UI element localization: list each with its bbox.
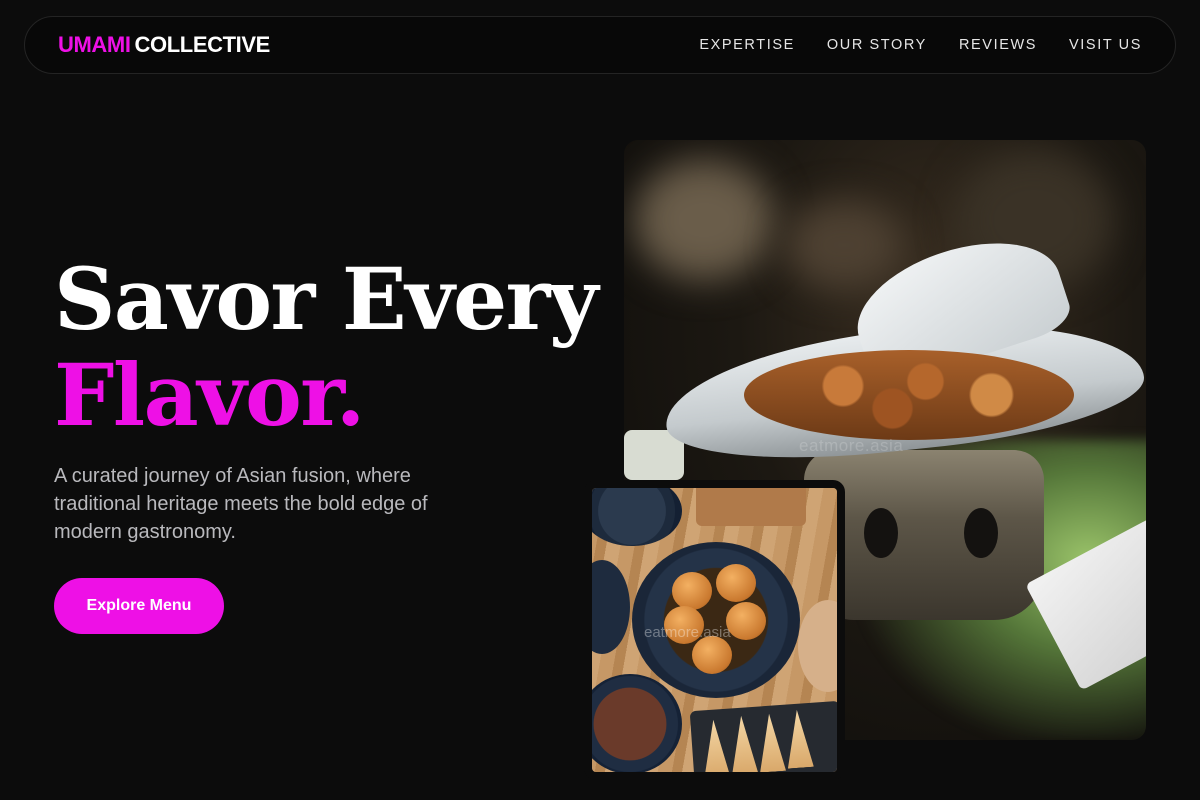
spring-roll bbox=[728, 715, 758, 772]
background-bokeh bbox=[784, 200, 904, 290]
nav-link-expertise[interactable]: EXPERTISE bbox=[699, 37, 795, 53]
hero-title: Savor Every Flavor. bbox=[54, 250, 598, 446]
side-dish bbox=[696, 488, 806, 526]
spring-roll bbox=[756, 713, 786, 772]
dumpling bbox=[726, 602, 766, 640]
hero-subtitle: A curated journey of Asian fusion, where… bbox=[54, 465, 428, 543]
brand-logo[interactable]: UMAMI COLLECTIVE bbox=[58, 32, 270, 58]
dumpling bbox=[716, 564, 756, 602]
top-navigation-bar: UMAMI COLLECTIVE EXPERTISE OUR STORY REVI… bbox=[24, 16, 1176, 74]
dumpling-plate bbox=[632, 542, 800, 698]
nav-link-our-story[interactable]: OUR STORY bbox=[827, 37, 927, 53]
spring-roll bbox=[700, 719, 730, 772]
dumpling bbox=[672, 572, 712, 610]
fried-food bbox=[744, 350, 1074, 440]
background-bokeh bbox=[634, 160, 774, 280]
stand-hole bbox=[864, 508, 898, 558]
explore-menu-button[interactable]: Explore Menu bbox=[54, 578, 224, 634]
brand-logo-rest: COLLECTIVE bbox=[134, 32, 271, 57]
brand-logo-accent: UMAMI bbox=[58, 32, 131, 57]
nav-link-visit-us[interactable]: VISIT US bbox=[1069, 37, 1142, 53]
hero-title-line1: Savor Every bbox=[54, 250, 598, 350]
hero-secondary-food-photo: eatmore.asia bbox=[584, 480, 845, 780]
nav-links: EXPERTISE OUR STORY REVIEWS VISIT US bbox=[699, 37, 1142, 53]
spring-roll bbox=[784, 709, 814, 769]
dumpling bbox=[692, 636, 732, 674]
spring-roll-tray bbox=[689, 700, 837, 772]
stand-hole bbox=[964, 508, 998, 558]
photo-watermark: eatmore.asia bbox=[644, 624, 731, 641]
bowl-stand bbox=[804, 450, 1044, 620]
hero-title-line2: Flavor. bbox=[54, 346, 365, 446]
photo-watermark: eatmore.asia bbox=[799, 436, 904, 455]
nav-link-reviews[interactable]: REVIEWS bbox=[959, 37, 1037, 53]
